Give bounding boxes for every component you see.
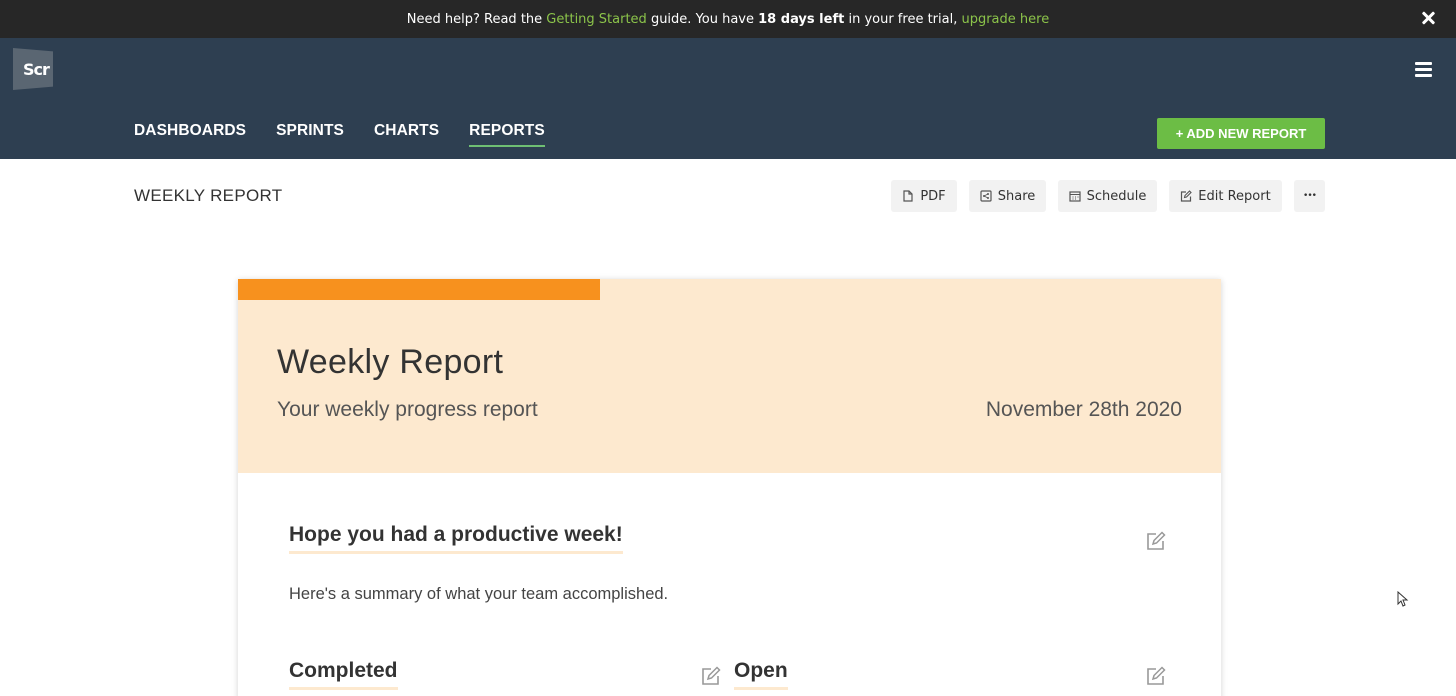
share-button[interactable]: Share	[969, 180, 1046, 212]
nav-reports[interactable]: REPORTS	[469, 122, 545, 147]
add-new-report-button[interactable]: + ADD NEW REPORT	[1157, 118, 1325, 149]
upgrade-link[interactable]: upgrade here	[961, 12, 1049, 27]
trial-banner: Need help? Read the Getting Started guid…	[0, 0, 1456, 38]
report-accent-bar	[238, 279, 600, 300]
close-banner-icon[interactable]	[1418, 8, 1438, 28]
hamburger-icon[interactable]	[1415, 62, 1432, 77]
nav-charts[interactable]: CHARTS	[374, 122, 439, 146]
pdf-icon	[903, 190, 913, 202]
mouse-cursor-icon	[1397, 591, 1409, 607]
banner-text: Need help? Read the Getting Started guid…	[406, 11, 1050, 27]
schedule-button[interactable]: Schedule	[1058, 180, 1157, 212]
report-subtitle: Your weekly progress report	[277, 398, 538, 421]
days-left: 18 days left	[758, 11, 845, 27]
open-heading: Open	[734, 659, 788, 690]
edit-section-icon[interactable]	[1146, 531, 1166, 551]
edit-completed-icon[interactable]	[701, 666, 721, 686]
more-icon: •••	[1303, 191, 1317, 201]
share-icon	[980, 190, 992, 202]
getting-started-link[interactable]: Getting Started	[546, 12, 647, 27]
edit-open-icon[interactable]	[1146, 666, 1166, 686]
app-header: Scr DASHBOARDS SPRINTS CHARTS REPORTS + …	[0, 38, 1456, 159]
pdf-button[interactable]: PDF	[891, 180, 957, 212]
intro-text: Here's a summary of what your team accom…	[289, 585, 669, 603]
edit-icon	[1181, 190, 1193, 202]
edit-report-button[interactable]: Edit Report	[1169, 180, 1282, 212]
main-nav: DASHBOARDS SPRINTS CHARTS REPORTS	[134, 122, 575, 147]
app-logo[interactable]: Scr	[13, 48, 53, 90]
nav-sprints[interactable]: SPRINTS	[276, 122, 344, 146]
calendar-icon	[1069, 191, 1081, 202]
report-card: Weekly Report Your weekly progress repor…	[238, 279, 1221, 696]
nav-dashboards[interactable]: DASHBOARDS	[134, 122, 246, 146]
report-date: November 28th 2020	[985, 398, 1182, 421]
report-title: Weekly Report	[277, 343, 504, 381]
more-options-button[interactable]: •••	[1294, 180, 1325, 212]
intro-heading: Hope you had a productive week!	[289, 523, 623, 554]
completed-heading: Completed	[289, 659, 398, 690]
report-toolbar: PDF Share Schedule Edit Report •••	[0, 180, 1456, 212]
